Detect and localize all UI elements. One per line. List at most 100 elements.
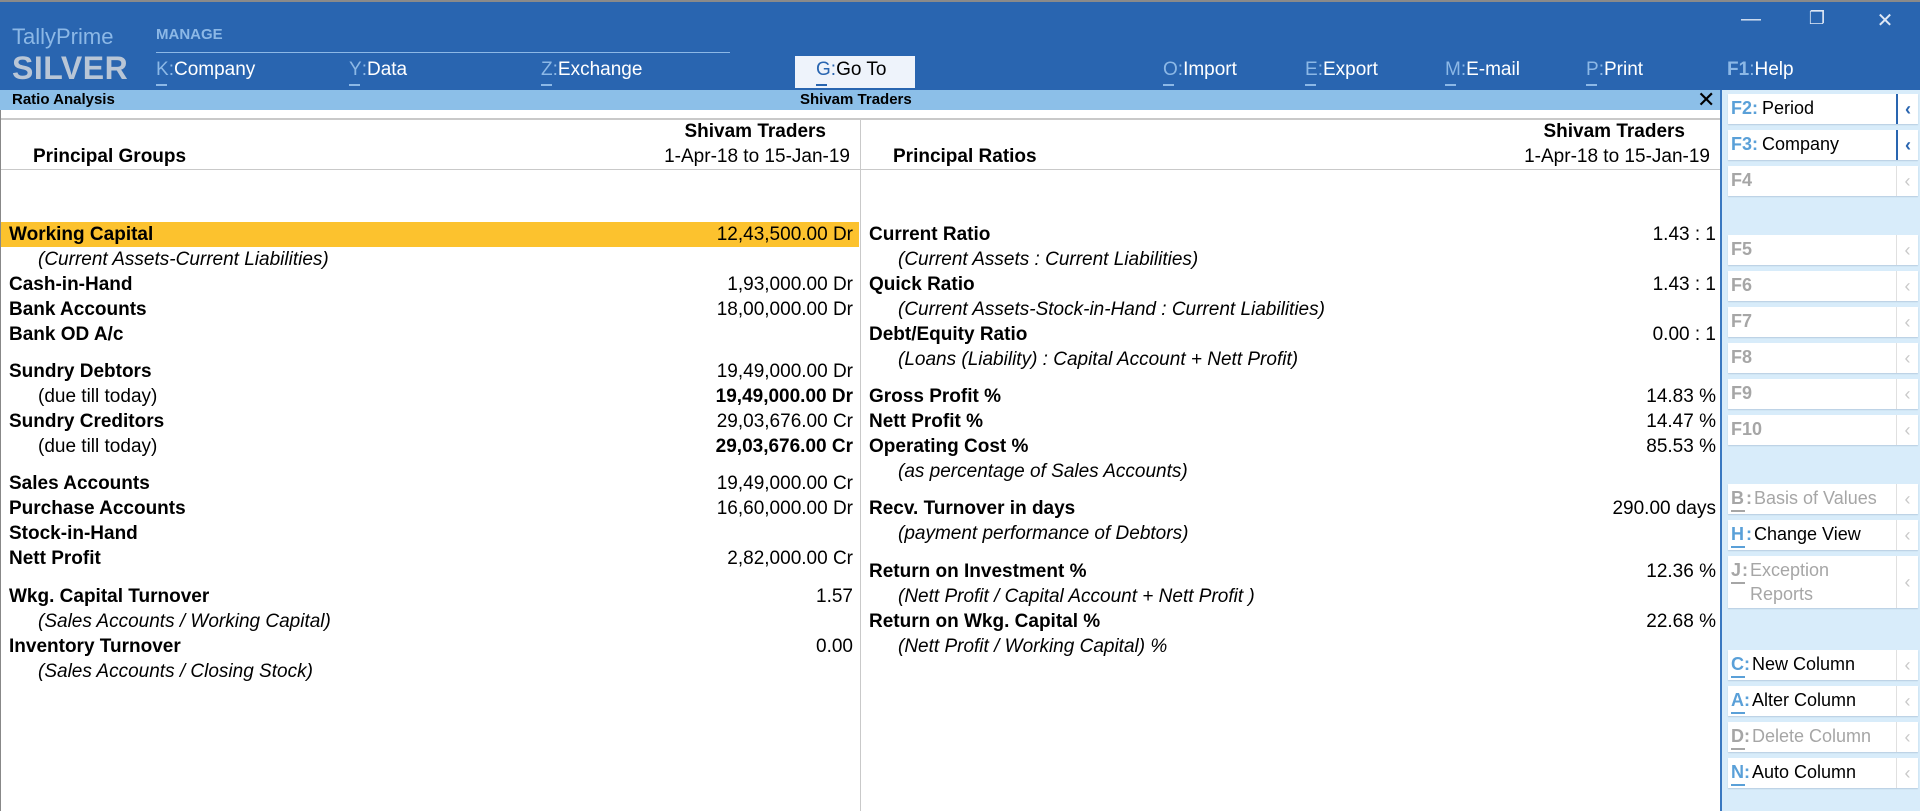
row-formula: (Nett Profit / Working Capital) % [898,636,1168,657]
table-row[interactable]: Sales Accounts 19,49,000.00 Cr [1,471,859,496]
close-window-icon[interactable]: ✕ [1865,8,1905,32]
menu-help[interactable]: F1:Help [1727,59,1794,81]
row-label: Bank Accounts [9,299,147,320]
table-row[interactable]: Purchase Accounts 16,60,000.00 Dr [1,496,859,521]
sidebar-button-delete-column[interactable]: D: Delete Column ‹ [1728,722,1918,752]
table-row[interactable]: Debt/Equity Ratio 0.00 : 1 [861,322,1717,347]
chevron-left-icon[interactable]: ‹ [1896,758,1918,788]
row-label: Sundry Creditors [9,411,165,432]
row-value: 29,03,676.00 Cr [715,436,853,457]
menu-export[interactable]: E:Export [1305,59,1378,81]
menu-exchange[interactable]: Z:Exchange [541,59,642,81]
table-row[interactable]: (due till today) 29,03,676.00 Cr [1,434,859,459]
table-row[interactable]: Stock-in-Hand [1,521,859,546]
menu-go-to[interactable]: G:Go To [795,56,915,88]
table-row[interactable]: Nett Profit % 14.47 % [861,409,1717,434]
row-formula: (Current Assets : Current Liabilities) [898,249,1199,270]
chevron-left-icon[interactable]: ‹ [1896,686,1918,716]
menu-data[interactable]: Y:Data [349,59,407,81]
table-row[interactable]: Cash-in-Hand 1,93,000.00 Dr [1,272,859,297]
minimize-icon[interactable]: — [1731,8,1771,32]
row-value: 19,49,000.00 Dr [716,361,853,382]
menu-import[interactable]: O:Import [1163,59,1237,81]
table-row-selected[interactable]: Working Capital 12,43,500.00 Dr [1,222,859,247]
shortcut-key: B [1731,488,1745,512]
row-label: Nett Profit [9,548,101,569]
sidebar-button-f7[interactable]: F7 ‹ [1728,307,1918,337]
row-value: 19,49,000.00 Dr [715,386,853,407]
row-label: Working Capital [9,224,154,245]
table-row[interactable]: Recv. Turnover in days 290.00 days [861,496,1717,521]
chevron-left-icon[interactable]: ‹ [1896,94,1918,124]
column-company: Shivam Traders [684,121,826,142]
row-formula: (Current Assets-Stock-in-Hand : Current … [898,299,1325,320]
row-label: Sundry Debtors [9,361,152,382]
sidebar-button-exception-reports[interactable]: J: Exception Reports ‹ [1728,556,1918,608]
table-row[interactable]: Bank OD A/c [1,322,859,347]
table-row: (Nett Profit / Working Capital) % [861,634,1717,659]
sidebar-button-f5[interactable]: F5 ‹ [1728,235,1918,265]
menu-label: Company [173,59,256,80]
menu-print[interactable]: P:Print [1586,59,1643,81]
table-row[interactable]: Inventory Turnover 0.00 [1,634,859,659]
table-row[interactable]: Sundry Debtors 19,49,000.00 Dr [1,359,859,384]
sidebar-button-f9[interactable]: F9 ‹ [1728,379,1918,409]
menu-label: Exchange [557,59,643,80]
chevron-left-icon[interactable]: ‹ [1896,650,1918,680]
row-formula: (Sales Accounts / Closing Stock) [38,661,313,682]
sidebar-button-alter-column[interactable]: A: Alter Column ‹ [1728,686,1918,716]
button-label: Delete Column [1752,726,1872,746]
sidebar-button-f10[interactable]: F10 ‹ [1728,415,1918,445]
shortcut-key: H [1731,524,1745,548]
button-label: Reports [1750,584,1814,604]
sidebar-button-f8[interactable]: F8 ‹ [1728,343,1918,373]
table-row[interactable]: Return on Wkg. Capital % 22.68 % [861,609,1717,634]
table-row[interactable]: Wkg. Capital Turnover 1.57 [1,584,859,609]
shortcut-key: F10 [1731,419,1763,439]
table-row[interactable]: Gross Profit % 14.83 % [861,384,1717,409]
row-value: 1.43 : 1 [1652,274,1716,295]
table-row[interactable]: Sundry Creditors 29,03,676.00 Cr [1,409,859,434]
restore-icon[interactable]: ❐ [1797,8,1837,32]
column-company: Shivam Traders [1543,121,1685,142]
row-value: 29,03,676.00 Cr [716,411,853,432]
button-bar: F2: Period ‹ F3: Company ‹ F4 ‹ F5 ‹ F6 ‹ F7 ‹ F… [1720,90,1920,811]
principal-ratios-panel: Principal Ratios Shivam Traders 1-Apr-18… [861,110,1721,811]
table-row[interactable]: Current Ratio 1.43 : 1 [861,222,1717,247]
table-row[interactable]: Operating Cost % 85.53 % [861,434,1717,459]
row-value: 14.47 % [1646,411,1716,432]
sidebar-button-change-view[interactable]: H: Change View ‹ [1728,520,1918,550]
table-row[interactable]: (due till today) 19,49,000.00 Dr [1,384,859,409]
row-label: Wkg. Capital Turnover [9,586,210,607]
chevron-left-icon[interactable]: ‹ [1896,520,1918,550]
shortcut-key: F2: [1731,98,1758,118]
row-value: 1,93,000.00 Dr [727,274,853,295]
menu-label: Import [1183,59,1237,80]
sidebar-button-f6[interactable]: F6 ‹ [1728,271,1918,301]
table-row[interactable]: Bank Accounts 18,00,000.00 Dr [1,297,859,322]
panel-title: Principal Ratios [893,146,1037,167]
row-label: Return on Investment % [869,561,1087,582]
table-row[interactable]: Nett Profit 2,82,000.00 Cr [1,546,859,571]
sidebar-button-company[interactable]: F3: Company ‹ [1728,130,1918,160]
table-row[interactable]: Quick Ratio 1.43 : 1 [861,272,1717,297]
button-label: Exception [1750,560,1830,580]
row-label: Inventory Turnover [9,636,181,657]
row-value: 16,60,000.00 Dr [716,498,853,519]
table-row[interactable]: Return on Investment % 12.36 % [861,559,1717,584]
row-formula: (Loans (Liability) : Capital Account + N… [898,349,1299,370]
button-label: Basis of Values [1754,488,1877,508]
sidebar-button-auto-column[interactable]: N: Auto Column ‹ [1728,758,1918,788]
sidebar-button-new-column[interactable]: C: New Column ‹ [1728,650,1918,680]
menu-email[interactable]: M:E-mail [1445,59,1520,81]
menu-label: Data [366,59,408,80]
chevron-left-icon: ‹ [1896,271,1918,301]
report-title-strip: Ratio Analysis Shivam Traders ✕ [0,87,1720,112]
chevron-left-icon[interactable]: ‹ [1896,130,1918,160]
sidebar-button-period[interactable]: F2: Period ‹ [1728,94,1918,124]
sidebar-button-f4[interactable]: F4 ‹ [1728,166,1918,196]
menu-company[interactable]: K:Company [156,59,255,81]
sidebar-button-basis-of-values[interactable]: B: Basis of Values ‹ [1728,484,1918,514]
table-row: (Current Assets : Current Liabilities) [861,247,1717,272]
row-value: 19,49,000.00 Cr [716,473,853,494]
